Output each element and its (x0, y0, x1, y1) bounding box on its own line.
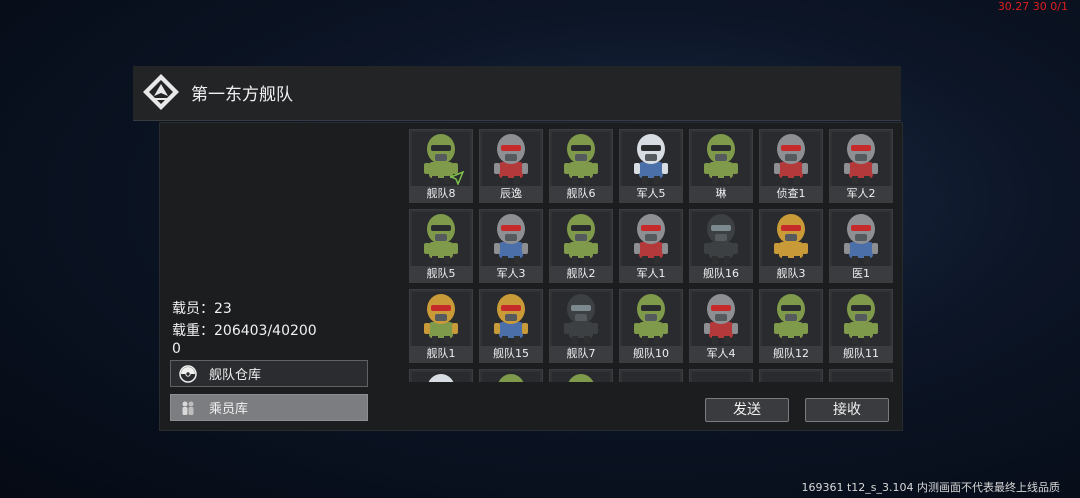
fleet-stats: 载员：23 载重：206403/402000 (172, 300, 322, 358)
crew-name: 舰队16 (690, 266, 752, 282)
crew-portrait (762, 132, 820, 186)
crew-name: 医1 (830, 266, 892, 282)
crew-card[interactable]: 舰队5 (409, 209, 473, 283)
crew-name: 军人2 (830, 186, 892, 202)
crew-portrait (762, 292, 820, 346)
crew-portrait (482, 372, 540, 382)
crew-portrait (622, 292, 680, 346)
crew-portrait (552, 372, 610, 382)
crew-portrait (552, 292, 610, 346)
build-info: 169361 t12_s_3.104 内测画面不代表最终上线品质 (801, 481, 1060, 494)
debug-readout: 30.27 30 0/1 (997, 0, 1068, 13)
crew-card[interactable]: 舰队1 (409, 289, 473, 363)
fleet-emblem-icon (143, 74, 179, 110)
crew-grid: 舰队8 辰逸 舰队6 军人5 琳侦查1 军人2 舰队5 军人3 舰队2 军人1 舰队16 舰队3 医1 舰… (408, 128, 896, 382)
fleet-header: 第一东方舰队 (133, 66, 901, 121)
fleet-warehouse-button[interactable]: 舰队仓库 (170, 360, 368, 387)
crew-portrait (412, 372, 470, 382)
crew-name: 舰队6 (550, 186, 612, 202)
crew-card[interactable] (619, 369, 683, 382)
crew-name: 舰队5 (410, 266, 472, 282)
crew-card[interactable] (689, 369, 753, 382)
crew-portrait (832, 372, 890, 382)
crew-storage-label: 乘员库 (209, 402, 249, 417)
crew-card[interactable]: 侦查1 (759, 129, 823, 203)
crew-card[interactable]: 军人2 (829, 129, 893, 203)
load-label: 载重： (172, 323, 214, 339)
crew-card[interactable] (829, 369, 893, 382)
crew-name: 辰逸 (480, 186, 542, 202)
crew-card[interactable]: 舰队16 (689, 209, 753, 283)
send-button[interactable]: 发送 (705, 398, 789, 422)
crew-name: 军人4 (690, 346, 752, 362)
crew-portrait (692, 132, 750, 186)
crew-card[interactable]: 舰队2 (549, 209, 613, 283)
crew-card[interactable]: 舰队6 (549, 129, 613, 203)
crew-portrait (832, 292, 890, 346)
crew-name: 舰队11 (830, 346, 892, 362)
crew-name: 侦查1 (760, 186, 822, 202)
crew-card[interactable]: 军人1 (619, 209, 683, 283)
warehouse-icon (177, 363, 199, 385)
crew-name: 军人1 (620, 266, 682, 282)
fleet-title: 第一东方舰队 (191, 85, 293, 105)
crew-card[interactable]: 舰队10 (619, 289, 683, 363)
crew-card[interactable]: 舰队12 (759, 289, 823, 363)
crew-portrait (412, 212, 470, 266)
crew-name: 琳 (690, 186, 752, 202)
crew-portrait (762, 212, 820, 266)
crew-portrait (482, 292, 540, 346)
crew-card[interactable]: 舰队15 (479, 289, 543, 363)
crew-name: 舰队1 (410, 346, 472, 362)
crew-name: 军人3 (480, 266, 542, 282)
receive-button[interactable]: 接收 (805, 398, 889, 422)
crew-card[interactable] (549, 369, 613, 382)
crew-count-value: 23 (214, 301, 232, 317)
warehouse-label: 舰队仓库 (209, 368, 262, 383)
crew-portrait (692, 372, 750, 382)
crew-card[interactable]: 医1 (829, 209, 893, 283)
crew-portrait (622, 372, 680, 382)
crew-count-label: 载员： (172, 301, 214, 317)
crew-portrait (552, 212, 610, 266)
crew-portrait (482, 132, 540, 186)
crew-card[interactable] (759, 369, 823, 382)
crew-portrait (692, 212, 750, 266)
crew-portrait (762, 372, 820, 382)
crew-name: 舰队8 (410, 186, 472, 202)
crew-portrait (622, 132, 680, 186)
crew-storage-button[interactable]: 乘员库 (170, 394, 368, 421)
crew-card[interactable]: 军人3 (479, 209, 543, 283)
crew-portrait (622, 212, 680, 266)
crew-icon (177, 397, 199, 419)
crew-name: 舰队3 (760, 266, 822, 282)
crew-card[interactable]: 舰队7 (549, 289, 613, 363)
crew-card[interactable]: 舰队8 (409, 129, 473, 203)
crew-card[interactable]: 琳 (689, 129, 753, 203)
crew-card[interactable]: 军人4 (689, 289, 753, 363)
crew-card[interactable] (409, 369, 473, 382)
crew-card[interactable]: 军人5 (619, 129, 683, 203)
crew-portrait (692, 292, 750, 346)
crew-card[interactable]: 舰队11 (829, 289, 893, 363)
crew-card[interactable]: 舰队3 (759, 209, 823, 283)
crew-portrait (412, 292, 470, 346)
load-line: 载重：206403/402000 (172, 322, 322, 358)
crew-card[interactable]: 辰逸 (479, 129, 543, 203)
crew-portrait (552, 132, 610, 186)
crew-name: 舰队2 (550, 266, 612, 282)
crew-name: 舰队10 (620, 346, 682, 362)
crew-count-line: 载员：23 (172, 300, 322, 318)
crew-name: 舰队7 (550, 346, 612, 362)
crew-name: 舰队15 (480, 346, 542, 362)
crew-name: 军人5 (620, 186, 682, 202)
crew-name: 舰队12 (760, 346, 822, 362)
crew-portrait (832, 212, 890, 266)
navigation-arrow-icon (449, 170, 465, 186)
crew-portrait (482, 212, 540, 266)
crew-portrait (832, 132, 890, 186)
crew-card[interactable] (479, 369, 543, 382)
